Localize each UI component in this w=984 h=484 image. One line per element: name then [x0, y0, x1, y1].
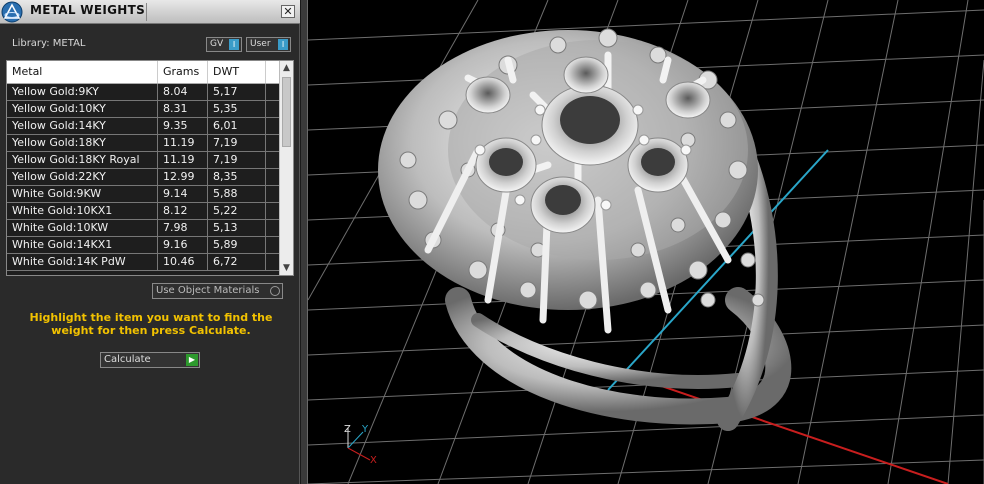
app-logo-icon [1, 1, 23, 23]
table-row[interactable]: White Gold:14KX1 9.16 5,89 [7, 237, 279, 254]
grams-cell: 8.04 [158, 84, 208, 100]
user-toggle-label: User [250, 39, 271, 49]
dwt-cell: 5,13 [208, 220, 266, 236]
table-row[interactable]: White Gold:10KW 7.98 5,13 [7, 220, 279, 237]
grams-cell: 9.14 [158, 186, 208, 202]
grams-cell: 7.98 [158, 220, 208, 236]
header-dwt[interactable]: DWT [208, 61, 266, 83]
dwt-cell: 5,17 [208, 84, 266, 100]
dwt-cell: 5,89 [208, 237, 266, 253]
table-row-partial[interactable] [7, 271, 279, 275]
grams-cell: 9.35 [158, 118, 208, 134]
table-row[interactable]: White Gold:10KX1 8.12 5,22 [7, 203, 279, 220]
panel-splitter[interactable] [300, 0, 308, 484]
header-grams[interactable]: Grams [158, 61, 208, 83]
dwt-cell: 6,72 [208, 254, 266, 270]
table-body: Yellow Gold:9KY 8.04 5,17 Yellow Gold:10… [7, 84, 279, 275]
radio-indicator-icon [270, 286, 280, 296]
table-header: Metal Grams DWT [7, 61, 279, 84]
grams-cell: 8.12 [158, 203, 208, 219]
grams-cell: 9.16 [158, 237, 208, 253]
metal-cell: White Gold:10KW [7, 220, 158, 236]
metal-cell: Yellow Gold:10KY [7, 101, 158, 117]
table-row[interactable]: Yellow Gold:22KY 12.99 8,35 [7, 169, 279, 186]
table-row[interactable]: White Gold:14K PdW 10.46 6,72 [7, 254, 279, 271]
use-object-materials-label: Use Object Materials [156, 285, 260, 296]
table-row[interactable]: Yellow Gold:14KY 9.35 6,01 [7, 118, 279, 135]
gv-toggle-indicator: I [229, 39, 239, 50]
3d-viewport[interactable]: Z Y X [308, 0, 984, 484]
metal-cell: Yellow Gold:18KY [7, 135, 158, 151]
dwt-cell: 5,88 [208, 186, 266, 202]
play-arrow-icon: ▶ [186, 354, 198, 366]
metal-cell: Yellow Gold:14KY [7, 118, 158, 134]
dwt-cell: 7,19 [208, 135, 266, 151]
metal-weights-panel: METAL WEIGHTS ✕ Library: METAL GV I User… [0, 0, 300, 484]
calculate-label: Calculate [104, 354, 151, 365]
user-toggle-indicator: I [278, 39, 288, 50]
grams-cell: 8.31 [158, 101, 208, 117]
gv-toggle[interactable]: GV I [206, 37, 242, 52]
metal-cell: Yellow Gold:9KY [7, 84, 158, 100]
metal-cell: White Gold:9KW [7, 186, 158, 202]
close-button[interactable]: ✕ [281, 5, 295, 18]
table-row[interactable]: Yellow Gold:18KY 11.19 7,19 [7, 135, 279, 152]
grams-cell: 11.19 [158, 152, 208, 168]
dwt-cell: 5,22 [208, 203, 266, 219]
axis-label-y: Y [361, 424, 369, 435]
title-divider [146, 3, 147, 21]
axis-label-x: X [370, 455, 377, 466]
panel-title: METAL WEIGHTS [30, 3, 146, 17]
grams-cell: 11.19 [158, 135, 208, 151]
grams-cell: 10.46 [158, 254, 208, 270]
dwt-cell: 6,01 [208, 118, 266, 134]
metal-table: Metal Grams DWT Yellow Gold:9KY 8.04 5,1… [6, 60, 294, 276]
metal-cell: White Gold:10KX1 [7, 203, 158, 219]
metal-cell: Yellow Gold:18KY Royal [7, 152, 158, 168]
user-toggle[interactable]: User I [246, 37, 291, 52]
scroll-up-icon[interactable]: ▲ [280, 61, 293, 75]
use-object-materials-toggle[interactable]: Use Object Materials [152, 283, 283, 299]
metal-cell: White Gold:14KX1 [7, 237, 158, 253]
dwt-cell: 8,35 [208, 169, 266, 185]
gv-toggle-label: GV [210, 39, 224, 49]
table-row[interactable]: Yellow Gold:9KY 8.04 5,17 [7, 84, 279, 101]
metal-cell: White Gold:14K PdW [7, 254, 158, 270]
scroll-thumb[interactable] [282, 77, 291, 147]
table-row[interactable]: White Gold:9KW 9.14 5,88 [7, 186, 279, 203]
axis-gizmo: Z Y X [344, 424, 377, 466]
instructions-text: Highlight the item you want to find the … [29, 311, 273, 337]
library-label: Library: METAL [12, 38, 86, 49]
table-scrollbar[interactable]: ▲ ▼ [279, 61, 293, 275]
dwt-cell: 5,35 [208, 101, 266, 117]
dwt-cell: 7,19 [208, 152, 266, 168]
table-row[interactable]: Yellow Gold:18KY Royal 11.19 7,19 [7, 152, 279, 169]
calculate-button[interactable]: Calculate ▶ [100, 352, 200, 368]
metal-cell: Yellow Gold:22KY [7, 169, 158, 185]
grams-cell: 12.99 [158, 169, 208, 185]
viewport-canvas[interactable]: Z Y X [308, 0, 984, 484]
scroll-down-icon[interactable]: ▼ [280, 261, 293, 275]
axis-label-z: Z [344, 424, 351, 435]
panel-titlebar: METAL WEIGHTS ✕ [0, 0, 300, 24]
axis-line-x [637, 377, 949, 484]
table-row[interactable]: Yellow Gold:10KY 8.31 5,35 [7, 101, 279, 118]
header-metal[interactable]: Metal [7, 61, 158, 83]
